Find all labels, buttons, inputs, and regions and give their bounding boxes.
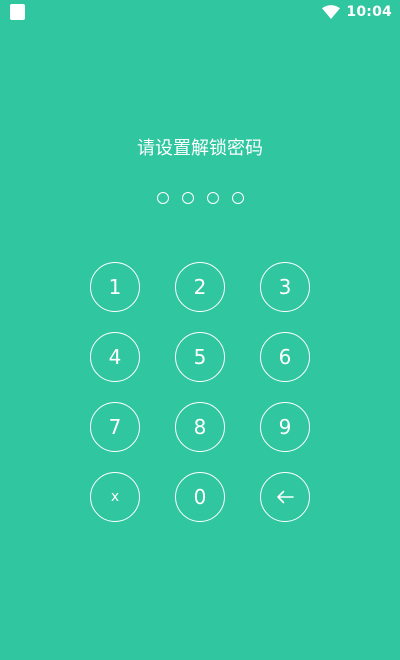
key-2[interactable]: 2 [175,262,225,312]
pin-indicator [0,192,400,204]
pin-dot [231,192,244,204]
page-title: 请设置解锁密码 [137,138,263,159]
key-4[interactable]: 4 [90,332,140,382]
clear-key[interactable]: x [90,472,140,522]
status-time: 10:04 [346,4,392,20]
pin-dot [156,192,169,204]
key-1[interactable]: 1 [90,262,140,312]
keypad: 1 2 3 4 5 6 7 8 9 x 0 [90,262,310,522]
backspace-button[interactable] [260,472,310,522]
app-notification-icon [10,4,25,20]
key-6[interactable]: 6 [260,332,310,382]
pin-dot [206,192,219,204]
key-0[interactable]: 0 [175,472,225,522]
key-5[interactable]: 5 [175,332,225,382]
key-3[interactable]: 3 [260,262,310,312]
wifi-icon [322,5,341,19]
status-bar-right: 10:04 [322,3,392,21]
key-8[interactable]: 8 [175,402,225,452]
status-bar: 10:04 [0,0,400,24]
key-7[interactable]: 7 [90,402,140,452]
pin-dot [181,192,194,204]
arrow-left-icon [277,490,294,504]
key-9[interactable]: 9 [260,402,310,452]
